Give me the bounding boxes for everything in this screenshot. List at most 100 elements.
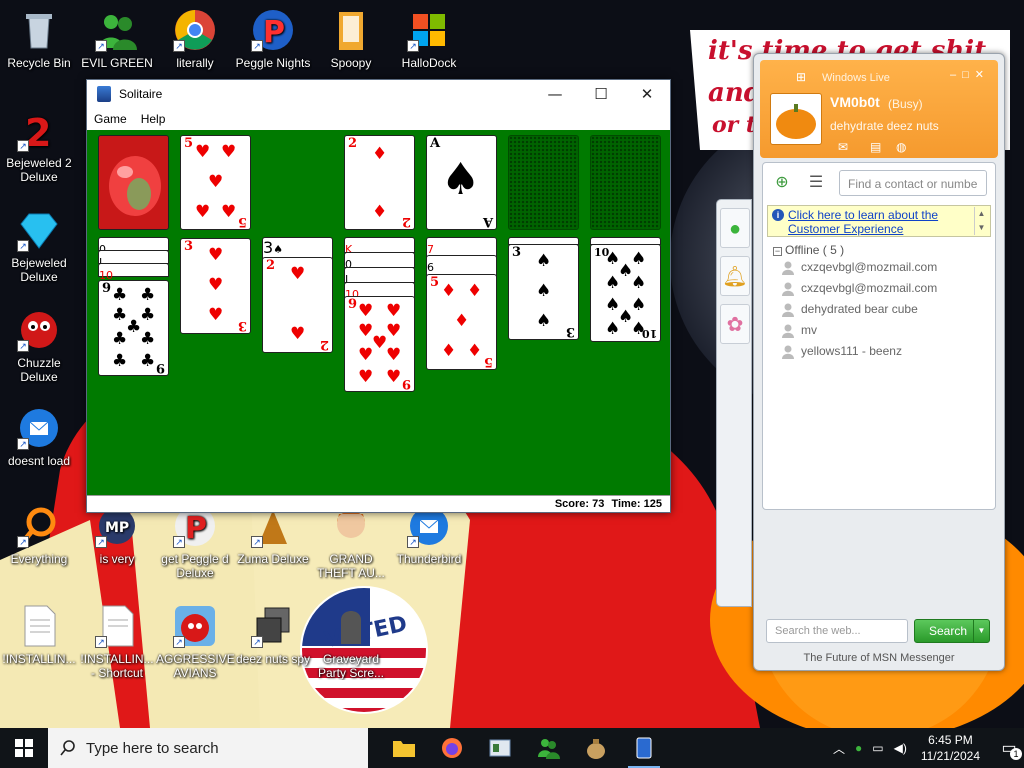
heart-icon: ♥ — [386, 345, 402, 365]
view-options-icon[interactable]: ☰ — [805, 172, 827, 194]
add-contact-icon[interactable]: ⊕ — [771, 172, 793, 194]
volume-icon[interactable]: ◀) — [894, 741, 907, 755]
desktop-icon-recycle-bin[interactable]: Recycle Bin — [0, 8, 78, 70]
desktop-icon-bejeweled-2[interactable]: 2 ↗ Bejeweled 2 Deluxe — [0, 108, 78, 184]
tableau-3-top-card[interactable]: 2 ♥ ♥ 2 — [262, 257, 333, 353]
tableau-4-card[interactable]: J — [344, 267, 415, 286]
game-board[interactable]: 5 ♥ ♥ ♥ ♥ ♥ 5 2 ♦ ♦ 2 A ♠ A 0 J 10 9 ♣ ♣ — [87, 130, 670, 496]
contact-item[interactable]: cxzqevbgl@mozmail.com — [763, 278, 995, 299]
desktop-icon-bejeweled[interactable]: ↗ Bejeweled Deluxe — [0, 208, 78, 284]
diamond-icon: ♦ — [467, 281, 483, 301]
desktop-icon-zuma[interactable]: ↗ Zuma Deluxe — [234, 504, 312, 566]
tableau-1-top-card[interactable]: 9 ♣ ♣ ♣ ♣ ♣ ♣ ♣ ♣ ♣ 9 — [98, 280, 169, 376]
close-button[interactable]: ✕ — [624, 80, 670, 108]
desktop-icon-spoopy[interactable]: Spoopy — [312, 8, 390, 70]
chevron-down-icon[interactable]: ▼ — [973, 620, 989, 642]
alerts-tab[interactable]: 🔔︎ — [720, 256, 750, 296]
club-icon: ♣ — [140, 285, 156, 305]
contact-item[interactable]: mv — [763, 320, 995, 341]
taskbar-money-bag[interactable] — [572, 728, 620, 768]
desktop-icon-installing-shortcut[interactable]: ↗ !INSTALLIN... - Shortcut — [78, 604, 156, 680]
tableau-4-top-card[interactable]: 9 ♥ ♥ ♥ ♥ ♥ ♥ ♥ ♥ ♥ 9 — [344, 296, 415, 392]
minimize-button[interactable]: — — [532, 80, 578, 108]
club-icon: ♣ — [140, 305, 156, 325]
desktop-icon-thunderbird[interactable]: ↗ Thunderbird — [390, 504, 468, 566]
desktop-icon-hallodock[interactable]: ↗ HalloDock — [390, 8, 468, 70]
contact-item[interactable]: cxzqevbgl@mozmail.com — [763, 257, 995, 278]
foundation-4-empty[interactable] — [590, 135, 661, 230]
menu-help[interactable]: Help — [134, 112, 173, 126]
clock[interactable]: 6:45 PM 11/21/2024 — [921, 732, 980, 764]
globe-icon[interactable]: ◍ — [896, 140, 906, 154]
tableau-1-card[interactable]: J — [98, 250, 169, 269]
search-button[interactable]: Search ▼ — [914, 619, 990, 643]
contact-item[interactable]: yellows111 - beenz — [763, 341, 995, 362]
contacts-tab[interactable]: ● — [720, 208, 750, 248]
personal-message[interactable]: dehydrate deez nuts — [830, 119, 939, 133]
taskbar-search-box[interactable]: Type here to search — [48, 728, 368, 768]
desktop-icon-deez-nuts-spy[interactable]: ↗ deez nuts spy — [234, 604, 312, 666]
tableau-7-top-card[interactable]: 10 ♠ ♠ ♠ ♠ ♠ ♠ ♠ ♠ ♠ ♠ 10 — [590, 244, 661, 342]
time-value: 125 — [643, 498, 662, 510]
maximize-button[interactable]: ☐ — [578, 80, 624, 108]
taskbar-control-panel[interactable] — [476, 728, 524, 768]
chevron-up-icon[interactable]: ︿ — [833, 740, 845, 757]
taskbar-solitaire[interactable] — [620, 728, 668, 768]
msn-messenger-window[interactable]: ● 🔔︎ ✿ ⊞ Windows Live –□✕ VM0b0t (Busy) … — [716, 53, 1005, 671]
flowers-tab[interactable]: ✿ — [720, 304, 750, 344]
contact-group-offline[interactable]: − Offline ( 5 ) — [773, 243, 995, 257]
taskbar-firefox[interactable] — [428, 728, 476, 768]
taskbar-file-explorer[interactable] — [380, 728, 428, 768]
desktop-icon-doesnt-load[interactable]: ↗ doesnt load — [0, 406, 78, 468]
tableau-1-card[interactable]: 0 — [98, 237, 169, 256]
card-rank: 3 — [263, 238, 274, 257]
taskbar-msn-messenger[interactable] — [524, 728, 572, 768]
desktop-icon-get-peggle[interactable]: P ↗ get Peggle d Deluxe — [156, 504, 234, 580]
tableau-4-card[interactable]: K — [344, 237, 415, 256]
solitaire-titlebar[interactable]: Solitaire — ☐ ✕ — [87, 80, 670, 108]
menu-game[interactable]: Game — [87, 112, 134, 126]
start-button[interactable] — [0, 728, 48, 768]
folder-icon[interactable]: ▤ — [870, 140, 881, 154]
collapse-icon[interactable]: − — [773, 247, 782, 256]
contact-item[interactable]: dehydrated bear cube — [763, 299, 995, 320]
foundation-3-empty[interactable] — [508, 135, 579, 230]
desktop-icon-peggle-nights[interactable]: P ↗ Peggle Nights Del... — [234, 8, 312, 70]
waste-top-card[interactable]: 5 ♥ ♥ ♥ ♥ ♥ 5 — [180, 135, 251, 230]
tableau-5-top-card[interactable]: 5 ♦ ♦ ♦ ♦ ♦ 5 — [426, 274, 497, 370]
desktop-icon-chuzzle[interactable]: ↗ Chuzzle Deluxe — [0, 308, 78, 384]
msn-tray-icon[interactable]: ● — [855, 741, 862, 755]
desktop-icon-literally[interactable]: ↗ literally — [156, 8, 234, 70]
bejeweled-gem-icon: ↗ — [17, 208, 61, 252]
desktop-icon-installing[interactable]: !INSTALLIN... — [0, 604, 78, 666]
window-controls[interactable]: –□✕ — [950, 68, 990, 81]
tableau-4-card[interactable]: 0 — [344, 252, 415, 271]
network-icon[interactable]: ▭ — [872, 741, 883, 755]
foundation-2[interactable]: A ♠ A — [426, 135, 497, 230]
desktop-icon-is-very[interactable]: MP ↗ is very — [78, 504, 156, 566]
desktop-icon-gta[interactable]: GRAND THEFT AU... — [312, 504, 390, 580]
status-text[interactable]: (Busy) — [888, 97, 923, 111]
notification-icon[interactable]: ▭ 1 — [994, 738, 1024, 760]
info-banner[interactable]: i Click here to learn about the Customer… — [767, 205, 991, 237]
foundation-1[interactable]: 2 ♦ ♦ 2 — [344, 135, 415, 230]
avatar[interactable] — [770, 93, 822, 145]
banner-scroll[interactable]: ▲ ▼ — [974, 207, 988, 235]
offline-person-icon — [782, 261, 794, 275]
web-search-input[interactable]: Search the web... — [766, 619, 908, 643]
tableau-2-top-card[interactable]: 3 ♥ ♥ ♥ 3 — [180, 238, 251, 334]
solitaire-window[interactable]: Solitaire — ☐ ✕ Game Help 5 ♥ ♥ ♥ ♥ ♥ 5 … — [86, 79, 671, 513]
desktop-icon-everything[interactable]: ↗ Everything — [0, 504, 78, 566]
windows-logo-icon: ↗ — [407, 8, 451, 52]
desktop-icon-graveyard-party[interactable]: Graveyard Party Scre... — [312, 604, 390, 680]
desktop-icon-aggressive-avians[interactable]: ↗ AGGRESSIVE AVIANS — [156, 604, 235, 680]
customer-experience-link[interactable]: Click here to learn about the Customer E… — [788, 208, 938, 236]
find-contact-input[interactable]: Find a contact or numbe — [839, 170, 987, 196]
display-name[interactable]: VM0b0t — [830, 94, 880, 110]
spade-icon: ♠ — [536, 281, 552, 301]
mail-icon[interactable]: ✉ — [838, 140, 848, 154]
tableau-6-top-card[interactable]: 3 ♠ ♠ ♠ 3 — [508, 244, 579, 340]
tableau-1-card[interactable]: 10 — [98, 263, 169, 282]
stock-pile[interactable] — [98, 135, 169, 230]
desktop-icon-evil-green-men[interactable]: ↗ EVIL GREEN MEN CO... — [78, 8, 156, 70]
